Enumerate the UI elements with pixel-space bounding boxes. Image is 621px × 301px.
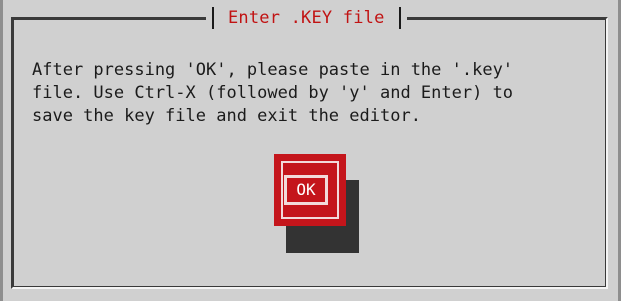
dialog-message: After pressing 'OK', please paste in the… bbox=[32, 60, 514, 126]
dialog-window: Enter .KEY file After pressing 'OK', ple… bbox=[3, 0, 618, 301]
dialog-title-bar: Enter .KEY file bbox=[206, 6, 407, 30]
title-right-tick bbox=[398, 7, 401, 29]
ok-button-label: OK bbox=[287, 178, 325, 202]
ok-button[interactable]: OK bbox=[274, 154, 346, 226]
dialog-title: Enter .KEY file bbox=[228, 8, 385, 28]
